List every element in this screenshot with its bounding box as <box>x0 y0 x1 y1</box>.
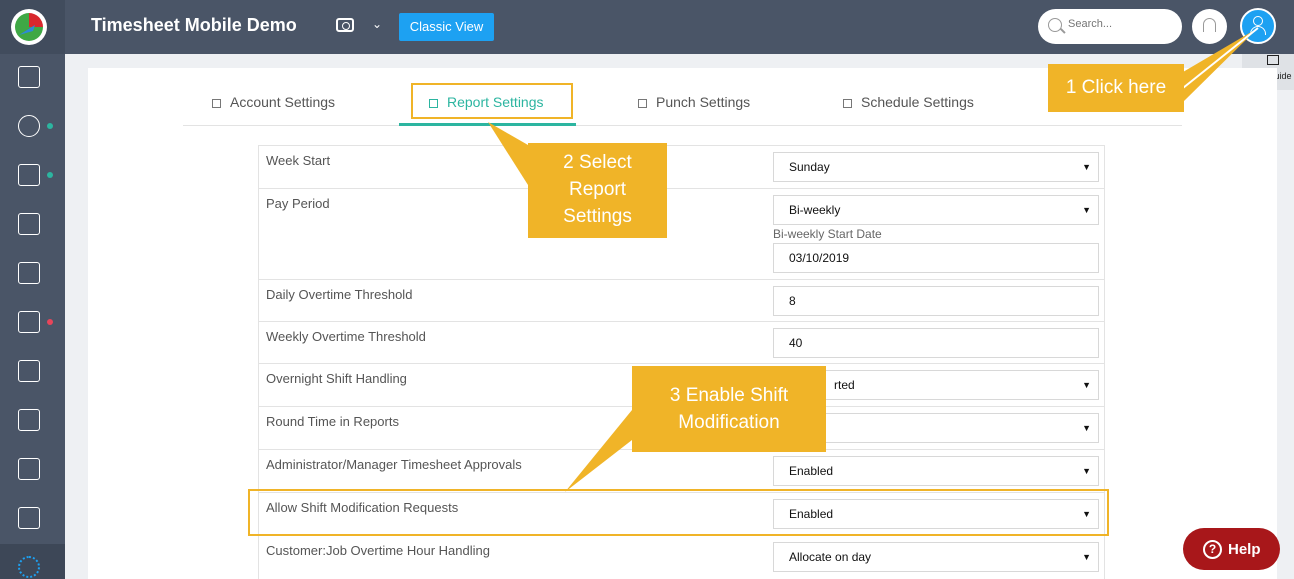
callout-pointer-edge <box>1182 27 1259 89</box>
callout-step-1: 1 Click here <box>1048 64 1184 112</box>
callout-pointer-3 <box>565 410 632 492</box>
help-label: Help <box>1228 541 1261 558</box>
help-button[interactable]: ? Help <box>1183 528 1280 570</box>
callout-pointer-2 <box>488 122 528 185</box>
callout-step-3: 3 Enable Shift Modification <box>632 366 826 452</box>
callout-step-2: 2 Select Report Settings <box>528 143 667 238</box>
question-icon: ? <box>1203 540 1222 559</box>
callout-pointer-1 <box>1183 28 1258 102</box>
